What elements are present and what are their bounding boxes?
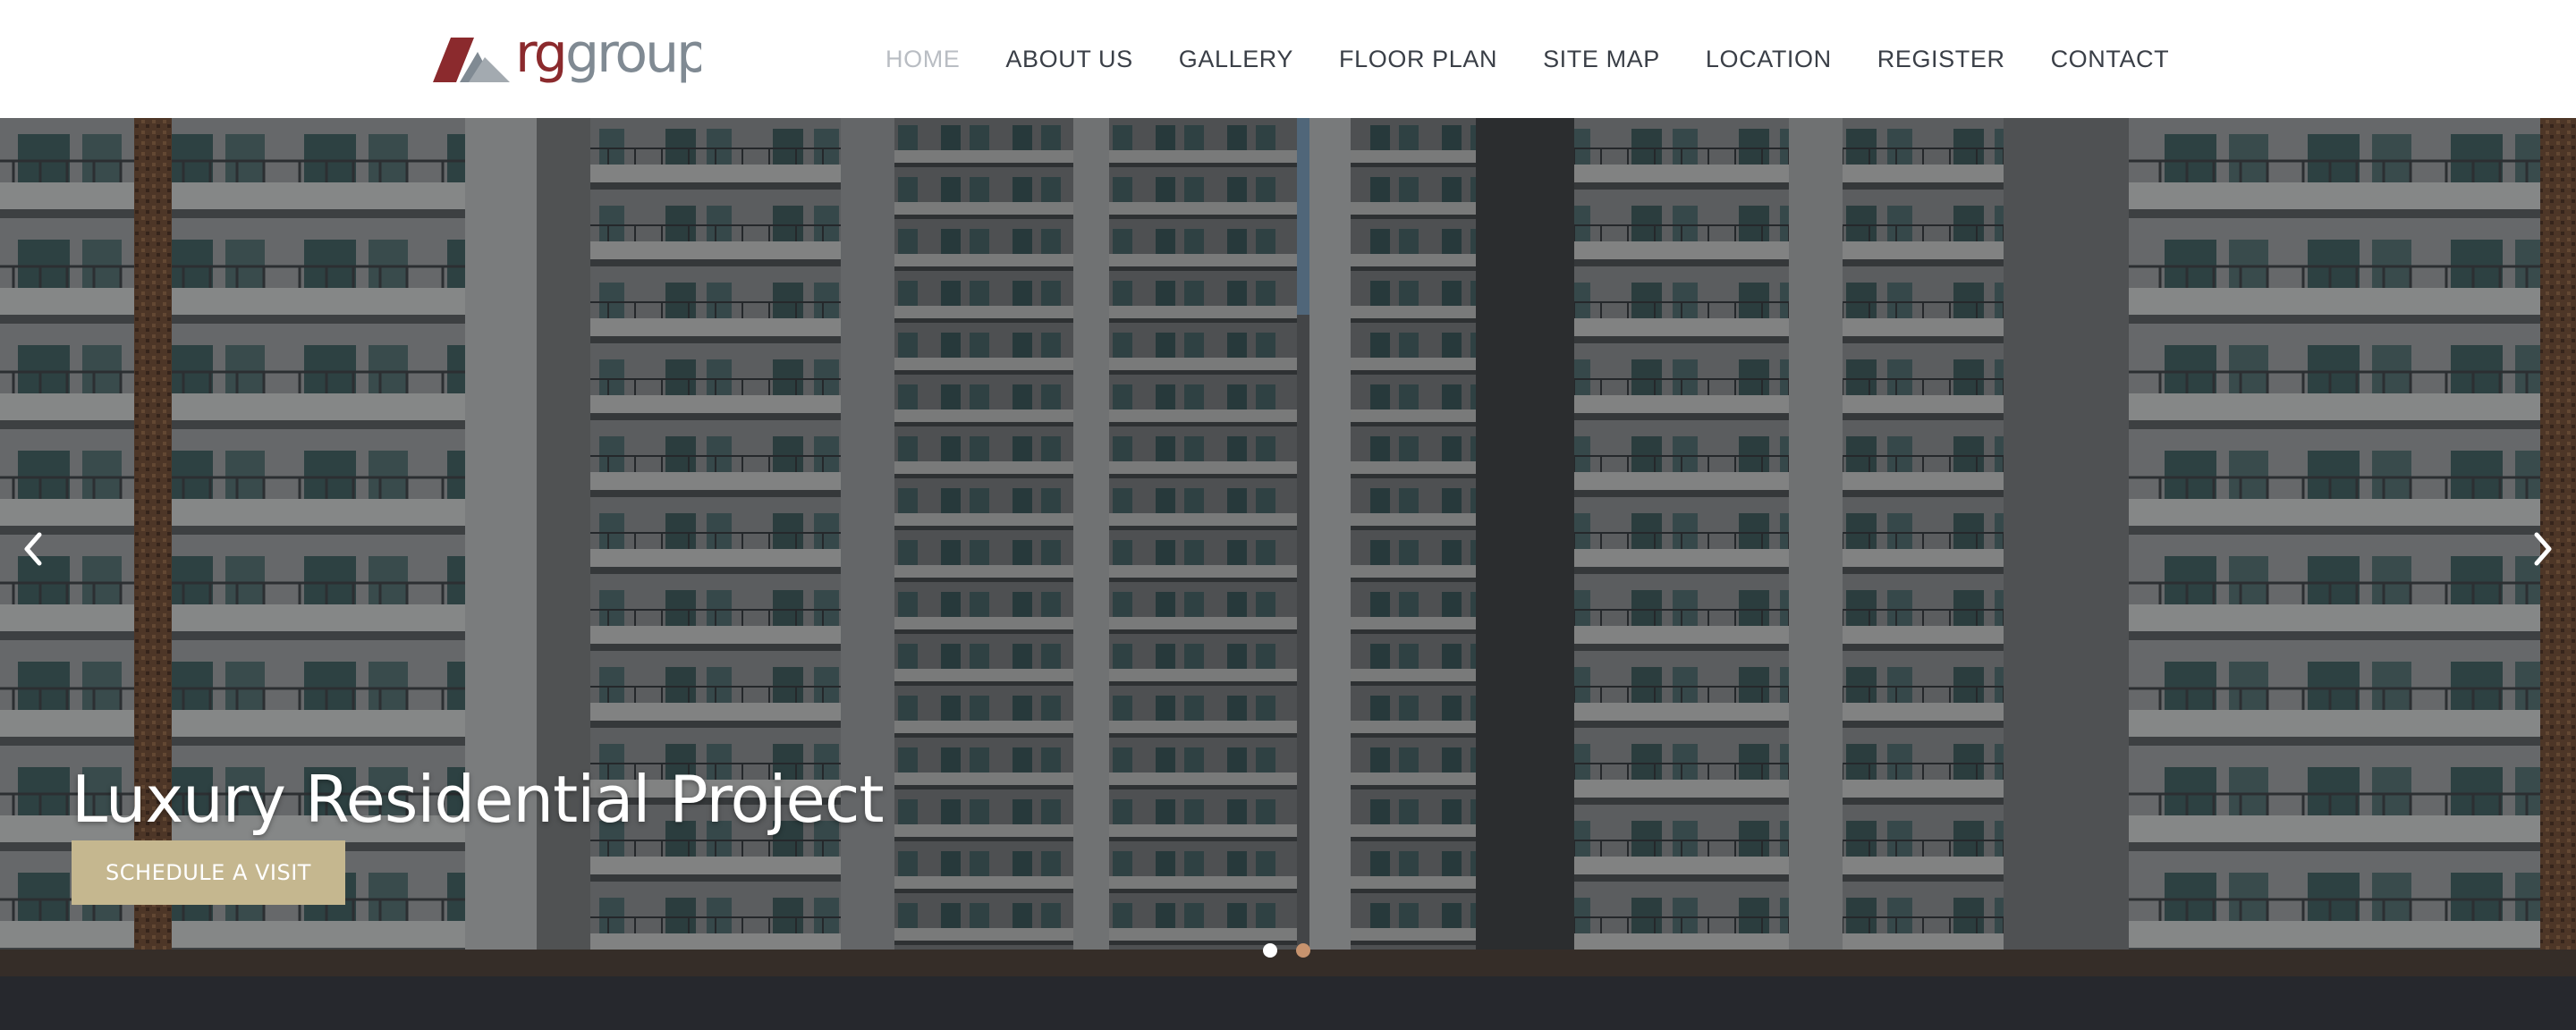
slider-dot-1[interactable] bbox=[1263, 943, 1277, 958]
hero-title: Luxury Residential Project bbox=[72, 762, 885, 837]
nav-home[interactable]: HOME bbox=[886, 46, 960, 73]
nav-about-us[interactable]: ABOUT US bbox=[1005, 46, 1132, 73]
slider-dot-2[interactable] bbox=[1296, 943, 1310, 958]
hero-overlay bbox=[0, 118, 2576, 976]
nav-location[interactable]: LOCATION bbox=[1706, 46, 1832, 73]
next-section-strip bbox=[0, 976, 2576, 1030]
chevron-left-icon[interactable] bbox=[11, 522, 55, 576]
rg-group-logo[interactable]: rg group bbox=[433, 27, 701, 91]
slider-dots bbox=[1263, 943, 1310, 958]
site-header: rg group HOME ABOUT US GALLERY FLOOR PLA… bbox=[0, 0, 2576, 118]
nav-contact[interactable]: CONTACT bbox=[2051, 46, 2170, 73]
schedule-visit-button[interactable]: SCHEDULE A VISIT bbox=[72, 840, 345, 905]
chevron-right-icon[interactable] bbox=[2521, 522, 2565, 576]
nav-site-map[interactable]: SITE MAP bbox=[1543, 46, 1660, 73]
nav-gallery[interactable]: GALLERY bbox=[1179, 46, 1293, 73]
main-nav: HOME ABOUT US GALLERY FLOOR PLAN SITE MA… bbox=[886, 0, 2169, 118]
svg-text:rg: rg bbox=[515, 27, 565, 85]
nav-floor-plan[interactable]: FLOOR PLAN bbox=[1339, 46, 1497, 73]
svg-text:group: group bbox=[565, 27, 701, 85]
hero-slider: Luxury Residential Project SCHEDULE A VI… bbox=[0, 118, 2576, 976]
nav-register[interactable]: REGISTER bbox=[1877, 46, 2005, 73]
